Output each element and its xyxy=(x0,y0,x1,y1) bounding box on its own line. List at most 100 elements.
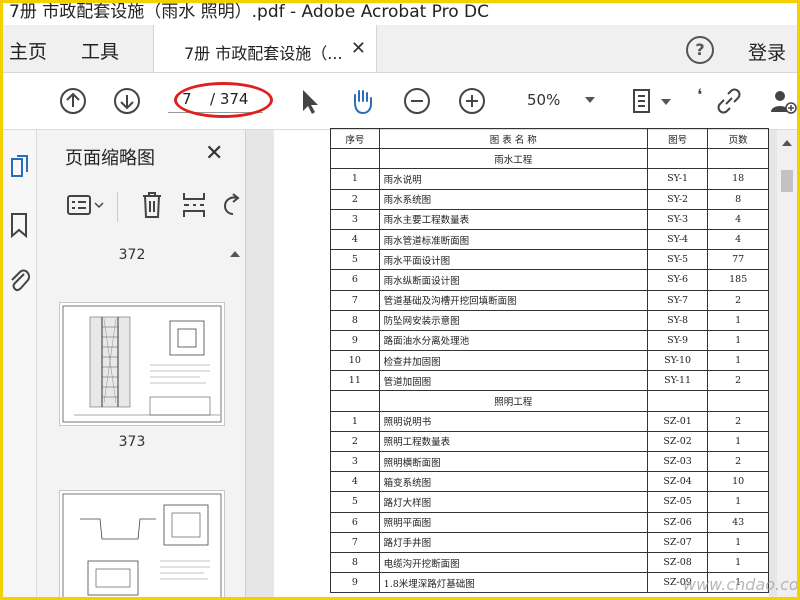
table-cell: 检查井加固图 xyxy=(378,350,648,372)
table-cell: 照明横断面图 xyxy=(378,450,648,473)
table-cell: 1 xyxy=(707,491,769,513)
close-tab-icon[interactable]: ✕ xyxy=(351,38,366,59)
table-row: 10 检查井加固图 SY-10 1 xyxy=(330,350,769,372)
table-cell: 1 xyxy=(707,430,769,453)
table-row: 3 雨水主要工程数量表 SY-3 4 xyxy=(330,208,769,230)
acrobat-window: 7册 市政配套设施（雨水 照明）.pdf - Adobe Acrobat Pro… xyxy=(0,0,800,600)
table-cell: 1 xyxy=(707,350,769,372)
table-cell: SZ-03 xyxy=(646,450,709,473)
delete-icon[interactable] xyxy=(141,191,163,219)
zoom-dropdown-icon[interactable] xyxy=(585,97,595,103)
document-tab-label: 7册 市政配套设施（... xyxy=(184,44,343,63)
thumbnail-drawing xyxy=(62,305,222,423)
table-cell: 185 xyxy=(707,269,769,291)
table-row: 1 照明说明书 SZ-01 2 xyxy=(330,410,769,432)
table-cell: 路面油水分离处理池 xyxy=(378,329,648,352)
table-cell: 2 xyxy=(330,188,380,210)
thumbnail-toolbar xyxy=(37,184,245,232)
login-link[interactable]: 登录 xyxy=(748,38,786,65)
thumbnail-drawing xyxy=(62,493,222,597)
thumbnail-page[interactable] xyxy=(59,490,225,597)
thumbnail-page[interactable] xyxy=(59,302,225,426)
hand-tool-icon[interactable] xyxy=(348,87,376,115)
table-cell xyxy=(330,148,380,170)
thumbnails-scrollbar[interactable] xyxy=(228,245,242,597)
scroll-up-icon[interactable] xyxy=(230,251,240,257)
thumbnail-page-number: 372 xyxy=(118,247,146,263)
zoom-in-icon[interactable] xyxy=(458,87,486,115)
page-fit-dropdown-icon[interactable] xyxy=(661,99,671,105)
table-cell: 路灯大样图 xyxy=(378,491,648,513)
table-cell: 雨水主要工程数量表 xyxy=(378,208,648,230)
menu-home[interactable]: 主页 xyxy=(9,37,47,64)
table-cell: 18 xyxy=(707,168,769,190)
table-row: 4 箱变系统图 SZ-04 10 xyxy=(330,471,769,493)
table-cell: 8 xyxy=(330,551,380,574)
options-menu-icon[interactable] xyxy=(67,194,107,216)
table-cell: 11 xyxy=(330,370,380,392)
add-user-icon[interactable] xyxy=(769,87,797,115)
arrow-up-icon[interactable] xyxy=(59,87,87,115)
page-thumbnails-icon[interactable] xyxy=(9,154,31,178)
help-icon[interactable]: ? xyxy=(686,36,714,64)
table-cell: SY-11 xyxy=(646,370,709,392)
table-cell: 43 xyxy=(707,511,769,533)
menu-tools[interactable]: 工具 xyxy=(81,37,119,64)
table-cell: 2 xyxy=(330,430,380,453)
table-cell: 雨水管道标准断面图 xyxy=(378,228,648,251)
table-cell: SY-9 xyxy=(646,329,709,352)
table-row: 6 照明平面图 SZ-06 43 xyxy=(330,511,769,533)
document-scrollbar[interactable] xyxy=(777,130,797,597)
toolbar-divider xyxy=(117,192,118,222)
scroll-up-icon[interactable] xyxy=(782,140,792,146)
table-cell: 电缆沟开挖断面图 xyxy=(378,551,648,574)
zoom-out-icon[interactable] xyxy=(403,87,431,115)
table-cell: 10 xyxy=(330,350,380,372)
table-row: 3 照明横断面图 SZ-03 2 xyxy=(330,450,769,473)
table-cell: 2 xyxy=(707,289,769,311)
bookmark-icon[interactable] xyxy=(10,212,28,238)
table-cell: 1.8米埋深路灯基础图 xyxy=(378,572,648,594)
table-cell: SY-6 xyxy=(646,269,709,291)
main-toolbar: 7 / 374 50% ❛ xyxy=(3,73,797,130)
link-icon[interactable] xyxy=(715,87,743,115)
table-cell: 6 xyxy=(330,511,380,533)
page-fit-icon[interactable] xyxy=(629,87,657,115)
table-cell: 照明工程数量表 xyxy=(378,430,648,453)
table-cell: SY-10 xyxy=(646,350,709,372)
select-cursor-icon[interactable] xyxy=(295,87,323,115)
table-cell: 1 xyxy=(707,551,769,574)
table-cell: 照明平面图 xyxy=(378,511,648,533)
bracket-icon[interactable]: ❛ xyxy=(697,85,702,104)
table-cell: SY-5 xyxy=(646,249,709,271)
table-cell: 4 xyxy=(330,228,380,251)
table-cell: SY-8 xyxy=(646,309,709,331)
close-pane-icon[interactable]: ✕ xyxy=(205,141,223,166)
table-cell: SZ-06 xyxy=(646,511,709,533)
table-row: 11 管道加固图 SY-11 2 xyxy=(330,370,769,392)
document-tab[interactable]: 7册 市政配套设施（... ✕ xyxy=(153,25,377,72)
thumbnail-page-number: 373 xyxy=(118,434,146,450)
window-title: 7册 市政配套设施（雨水 照明）.pdf - Adobe Acrobat Pro… xyxy=(9,2,490,22)
zoom-level[interactable]: 50% xyxy=(527,91,560,109)
table-cell: 4 xyxy=(330,471,380,493)
attachment-icon[interactable] xyxy=(8,266,30,292)
arrow-down-icon[interactable] xyxy=(113,87,141,115)
rotate-icon[interactable] xyxy=(221,192,241,218)
site-watermark: www.cndao.com xyxy=(683,575,799,594)
table-cell: 10 xyxy=(707,471,769,493)
annotation-ellipse xyxy=(174,82,273,118)
extract-pages-icon[interactable] xyxy=(181,191,207,219)
table-cell: 雨水平面设计图 xyxy=(378,249,648,271)
table-cell: 6 xyxy=(330,269,380,291)
document-view[interactable]: 序号图 表 名 称图号 页数 雨水工程 1 雨水说明 SY-1 18 2 雨水系统图 SY-2 8 3… xyxy=(246,127,797,597)
table-cell: 2 xyxy=(707,410,769,432)
table-row: 7 管道基础及沟槽开挖回填断面图 SY-7 2 xyxy=(330,289,769,311)
table-row: 1 雨水说明 SY-1 18 xyxy=(330,168,769,190)
table-cell: 7 xyxy=(330,289,380,311)
table-cell: 1 xyxy=(707,329,769,352)
table-cell: 雨水系统图 xyxy=(378,188,648,210)
table-row: 5 雨水平面设计图 SY-5 77 xyxy=(330,249,769,271)
table-header-cell: 序号 xyxy=(330,127,380,150)
scroll-thumb[interactable] xyxy=(781,170,793,192)
